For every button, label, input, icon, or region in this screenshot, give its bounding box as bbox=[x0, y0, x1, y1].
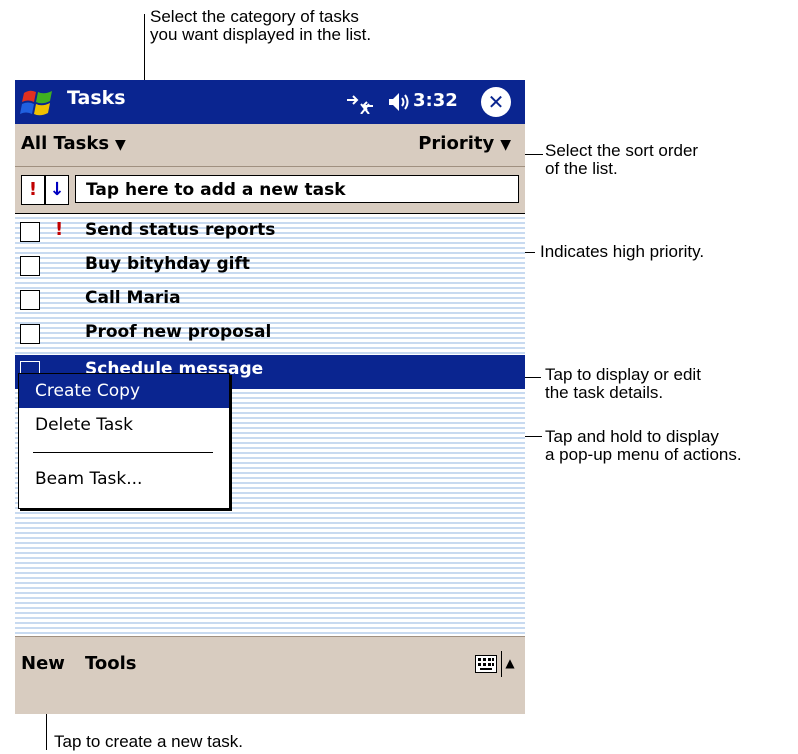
menu-item-delete-task[interactable]: Delete Task bbox=[19, 408, 229, 442]
sort-value: Priority bbox=[418, 133, 495, 154]
task-label: Call Maria bbox=[85, 288, 181, 308]
menu-separator bbox=[33, 452, 213, 453]
category-dropdown[interactable]: All Tasks ▼ bbox=[21, 133, 126, 154]
task-row[interactable]: Call Maria bbox=[15, 284, 525, 318]
sort-dropdown[interactable]: Priority ▼ bbox=[418, 133, 511, 154]
callout-details: Tap to display or edit the task details. bbox=[545, 365, 701, 402]
menu-bar: New Tools ▲ bbox=[15, 636, 525, 714]
chevron-down-icon: ▼ bbox=[500, 137, 511, 153]
low-priority-button[interactable]: ↓ bbox=[45, 175, 69, 205]
new-button[interactable]: New bbox=[21, 653, 65, 674]
windows-start-icon[interactable] bbox=[20, 87, 56, 119]
task-checkbox[interactable] bbox=[20, 324, 40, 344]
priority-toggle-button[interactable]: ! bbox=[21, 175, 45, 205]
menu-item-create-copy[interactable]: Create Copy bbox=[19, 374, 229, 408]
pocketpc-screen: Tasks 3:32 ✕ All Tasks ▼ Priority ▼ ! ↓ Ta… bbox=[15, 80, 525, 714]
title-bar: Tasks 3:32 ✕ bbox=[15, 80, 525, 124]
chevron-down-icon: ▼ bbox=[115, 137, 126, 153]
task-checkbox[interactable] bbox=[20, 290, 40, 310]
tools-menu[interactable]: Tools bbox=[85, 653, 137, 674]
keyboard-icon[interactable] bbox=[475, 655, 497, 673]
task-label: Send status reports bbox=[85, 220, 276, 240]
close-icon[interactable]: ✕ bbox=[481, 87, 511, 117]
task-row[interactable]: Buy bityhday gift bbox=[15, 250, 525, 284]
filter-bar: All Tasks ▼ Priority ▼ bbox=[15, 124, 525, 167]
callout-popup: Tap and hold to display a pop-up menu of… bbox=[545, 427, 742, 464]
chevron-up-icon[interactable]: ▲ bbox=[501, 651, 518, 677]
context-menu: Create Copy Delete Task Beam Task... bbox=[18, 373, 230, 509]
callout-priority: Indicates high priority. bbox=[540, 242, 705, 261]
callout-sort: Select the sort order of the list. bbox=[545, 141, 699, 178]
task-label: Proof new proposal bbox=[85, 322, 272, 342]
new-task-input[interactable]: Tap here to add a new task bbox=[75, 175, 519, 203]
callout-new: Tap to create a new task. bbox=[54, 732, 243, 751]
clock[interactable]: 3:32 bbox=[413, 90, 458, 111]
connectivity-icon[interactable] bbox=[345, 92, 375, 114]
app-title: Tasks bbox=[67, 87, 126, 109]
entry-bar: ! ↓ Tap here to add a new task bbox=[15, 167, 525, 214]
callout-category: Select the category of tasks you want di… bbox=[150, 7, 372, 44]
high-priority-icon: ! bbox=[55, 219, 64, 240]
task-checkbox[interactable] bbox=[20, 256, 40, 276]
volume-icon[interactable] bbox=[387, 90, 411, 114]
category-value: All Tasks bbox=[21, 133, 110, 154]
task-row[interactable]: ! Send status reports bbox=[15, 216, 525, 250]
task-checkbox[interactable] bbox=[20, 222, 40, 242]
task-label: Buy bityhday gift bbox=[85, 254, 251, 274]
menu-item-beam-task[interactable]: Beam Task... bbox=[19, 462, 229, 496]
task-row[interactable]: Proof new proposal bbox=[15, 318, 525, 352]
